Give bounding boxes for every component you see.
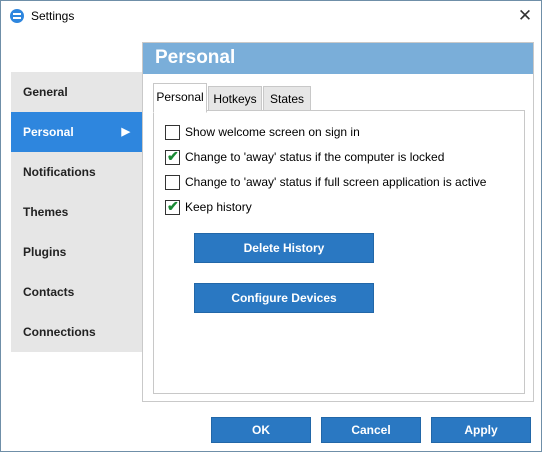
delete-history-button[interactable]: Delete History: [194, 233, 374, 263]
checkbox[interactable]: ✔: [165, 198, 180, 215]
checkbox[interactable]: [165, 175, 180, 190]
tab-content: Show welcome screen on sign in ✔ Change …: [153, 110, 525, 394]
sidebar-item-notifications[interactable]: Notifications: [11, 152, 142, 192]
ok-button[interactable]: OK: [211, 417, 311, 443]
tab-hotkeys[interactable]: Hotkeys: [208, 86, 262, 112]
settings-window: Settings ✕ General Personal ▶ Notificati…: [0, 0, 542, 452]
checkbox-label: Change to 'away' status if the computer …: [185, 150, 445, 164]
tab-states[interactable]: States: [263, 86, 311, 112]
sidebar-item-label: Plugins: [23, 245, 67, 259]
sidebar: General Personal ▶ Notifications Themes …: [11, 72, 143, 352]
cancel-button[interactable]: Cancel: [321, 417, 421, 443]
checkmark-icon: ✔: [167, 198, 179, 214]
app-icon: [10, 9, 24, 23]
sidebar-item-label: Connections: [23, 325, 96, 339]
checkbox-label: Change to 'away' status if full screen a…: [185, 175, 487, 189]
sidebar-item-label: Contacts: [23, 285, 75, 299]
sidebar-item-personal[interactable]: Personal ▶: [11, 112, 142, 152]
checkbox-label: Show welcome screen on sign in: [185, 125, 360, 139]
sidebar-item-label: Personal: [23, 125, 74, 139]
tab-label: States: [269, 92, 305, 106]
title-bar: Settings ✕: [1, 1, 541, 31]
checkbox[interactable]: ✔: [165, 148, 180, 165]
apply-button[interactable]: Apply: [431, 417, 531, 443]
checkbox-label: Keep history: [185, 200, 252, 214]
configure-devices-button[interactable]: Configure Devices: [194, 283, 374, 313]
tab-personal[interactable]: Personal: [153, 83, 207, 113]
sidebar-item-label: Themes: [23, 205, 69, 219]
tab-label: Personal: [156, 90, 204, 104]
sidebar-item-general[interactable]: General: [11, 72, 142, 112]
sidebar-item-themes[interactable]: Themes: [11, 192, 142, 232]
close-icon[interactable]: ✕: [513, 4, 537, 28]
panel-header: Personal: [143, 43, 533, 74]
tab-label: Hotkeys: [213, 92, 257, 106]
checkmark-icon: ✔: [167, 148, 179, 164]
sidebar-item-label: General: [23, 85, 68, 99]
sidebar-item-plugins[interactable]: Plugins: [11, 232, 142, 272]
window-title: Settings: [31, 9, 75, 23]
sidebar-item-connections[interactable]: Connections: [11, 312, 142, 352]
page-title: Personal: [155, 47, 236, 68]
sidebar-item-contacts[interactable]: Contacts: [11, 272, 142, 312]
checkbox[interactable]: [165, 125, 180, 140]
chevron-right-icon: ▶: [121, 126, 130, 138]
settings-panel: Personal Personal Hotkeys States Show we…: [142, 42, 534, 402]
sidebar-item-label: Notifications: [23, 165, 96, 179]
